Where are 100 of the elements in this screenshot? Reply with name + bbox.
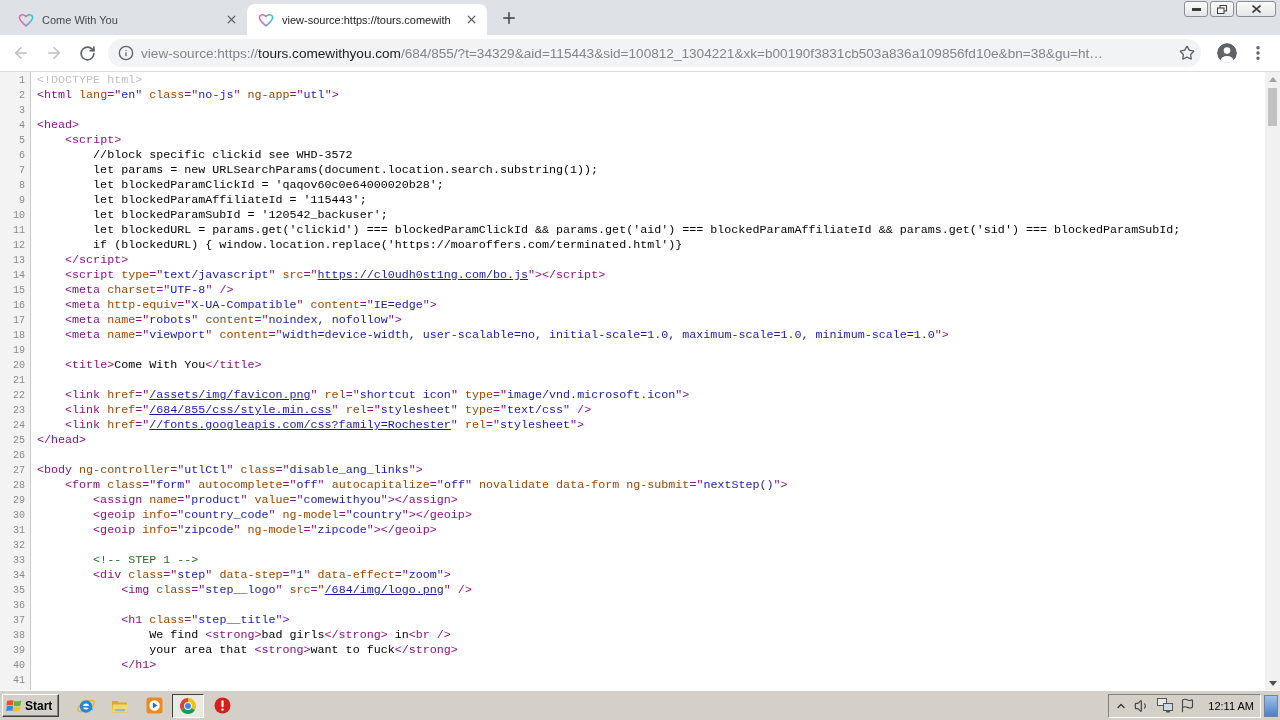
- line-number: 9: [18, 194, 26, 208]
- line-number: 17: [12, 314, 26, 328]
- code-line: <!DOCTYPE html>: [37, 73, 143, 87]
- scroll-down-icon[interactable]: [1268, 681, 1277, 686]
- line-number: 4: [18, 119, 26, 133]
- arrow-right-icon: [45, 44, 63, 62]
- code-line: <body ng-controller="utlCtl" class="disable_ang_links">: [37, 463, 423, 477]
- line-number: 7: [18, 164, 26, 178]
- show-desktop-button[interactable]: [1264, 694, 1278, 717]
- segmented-circle-icon: [179, 696, 198, 715]
- address-bar[interactable]: view-source:https://tours.comewithyou.com/684/855/?t=34329&aid=115443&sid=100812_1304221&xk=b00190f3831cb503a836a109856fd10e&bn=38&gu=ht…: [108, 39, 1201, 67]
- code-line: <h1 class="step__title">: [121, 613, 290, 627]
- code-line: <html lang="en" class="no-js" ng-app="utl">: [37, 88, 339, 102]
- close-icon[interactable]: [465, 13, 478, 26]
- line-number: 2: [18, 89, 26, 103]
- source-link[interactable]: /684/img/logo.png: [324, 583, 444, 597]
- code-line: <img class="step__logo" src="/684/img/logo.png" />: [121, 583, 472, 597]
- code-line: <head>: [37, 118, 80, 132]
- line-number: 3: [18, 104, 26, 118]
- code-line: </h1>: [121, 658, 157, 672]
- clock-text[interactable]: 12:11 AM: [1208, 699, 1254, 712]
- close-icon[interactable]: [225, 13, 238, 26]
- code-line: let blockedURL = params.get('clickid') === blockedParamClickId && params.get('aid') === blockedParamAffiliateId && params.get('sid') === blockedParamSubId;: [93, 223, 1181, 237]
- minimize-icon: [1191, 7, 1201, 11]
- alert-icon: [213, 697, 231, 714]
- line-number: 11: [12, 224, 26, 238]
- line-number: 23: [12, 404, 26, 418]
- restore-icon: [1217, 4, 1227, 14]
- code-line: We find <strong>bad girls</strong> in<br />: [149, 628, 451, 642]
- code-line: let params = new URLSearchParams(document.location.search.substring(1));: [93, 163, 599, 177]
- close-icon: [1251, 5, 1261, 13]
- code-line: <geoip info="country_code" ng-model="country"></geoip>: [93, 508, 472, 522]
- line-number: 31: [12, 524, 26, 538]
- line-number: 40: [12, 659, 26, 673]
- line-number: 8: [18, 179, 26, 193]
- avatar-icon[interactable]: [1217, 43, 1237, 63]
- line-number: 18: [12, 329, 26, 343]
- line-number: 21: [12, 374, 26, 388]
- start-logo-icon: [6, 698, 22, 713]
- start-button[interactable]: Start: [2, 694, 60, 717]
- code-line: <meta name="robots" content="noindex, nofollow">: [65, 313, 402, 327]
- source-link[interactable]: //fonts.googleapis.com/css?family=Rochester: [149, 418, 451, 432]
- line-number: 5: [18, 134, 26, 148]
- star-icon[interactable]: [1179, 45, 1195, 61]
- line-number: 41: [12, 674, 26, 688]
- code-line: <title>Come With You</title>: [65, 358, 262, 372]
- browser-tab[interactable]: Come With You: [7, 4, 247, 35]
- source-link[interactable]: /assets/img/favicon.png: [149, 388, 311, 402]
- scrollbar[interactable]: [1265, 72, 1280, 690]
- taskbar-app-button[interactable]: [172, 693, 205, 718]
- code-line: <assign name="product" value="comewithyou"></assign>: [93, 493, 458, 507]
- line-number: 35: [12, 584, 26, 598]
- line-number: 28: [12, 479, 26, 493]
- code-line: <script>: [65, 133, 122, 147]
- reload-icon: [78, 44, 96, 62]
- line-number: 32: [12, 539, 26, 553]
- line-number: 22: [12, 389, 26, 403]
- line-number: 12: [12, 239, 26, 253]
- line-number: 19: [12, 344, 26, 358]
- source-link[interactable]: /684/855/css/style.min.css: [149, 403, 332, 417]
- code-line: <geoip info="zipcode" ng-model="zipcode"></geoip>: [93, 523, 437, 537]
- code-line: <meta charset="UTF-8" />: [65, 283, 234, 297]
- line-number: 20: [12, 359, 26, 373]
- line-number: 14: [12, 269, 26, 283]
- browser-tab[interactable]: view-source:https://tours.comewith: [247, 4, 487, 35]
- code-line: let blockedParamSubId = '120542_backuser';: [93, 208, 388, 222]
- line-number: 36: [12, 599, 26, 613]
- scrollbar-thumb[interactable]: [1268, 88, 1277, 126]
- play-tile-icon: [145, 697, 163, 714]
- code-line: //block specific clickid see WHD-3572: [93, 148, 353, 162]
- line-number: 15: [12, 284, 26, 298]
- heart-icon: [18, 12, 34, 27]
- line-number: 27: [12, 464, 26, 478]
- code-line: <div class="step" data-step="1" data-effect="zoom">: [93, 568, 451, 582]
- code-line: </head>: [37, 433, 87, 447]
- line-number: 24: [12, 419, 26, 433]
- restore-button[interactable]: [1210, 1, 1234, 17]
- minimize-button[interactable]: [1184, 1, 1208, 17]
- code-line: <meta http-equiv="X-UA-Compatible" content="IE=edge">: [65, 298, 437, 312]
- code-line: </script>: [65, 253, 129, 267]
- line-number: 25: [12, 434, 26, 448]
- line-number: 37: [12, 614, 26, 628]
- code-line: your area that <strong>want to fuck</strong>: [149, 643, 458, 657]
- line-number: 13: [12, 254, 26, 268]
- line-number: 29: [12, 494, 26, 508]
- heart-icon: [258, 12, 274, 27]
- network-icon[interactable]: [1157, 698, 1174, 713]
- line-number: 6: [18, 149, 26, 163]
- close-button[interactable]: [1236, 1, 1276, 17]
- line-number: 26: [12, 449, 26, 463]
- code-line: <script type="text/javascript" src="https://cl0udh0st1ng.com/bo.js"></script>: [65, 268, 606, 282]
- code-line: <link href="/assets/img/favicon.png" rel="shortcut icon" type="image/vnd.microsoft.icon">: [65, 388, 690, 402]
- code-line: <link href="//fonts.googleapis.com/css?family=Rochester" rel="stylesheet">: [65, 418, 585, 432]
- source-link[interactable]: https://cl0udh0st1ng.com/bo.js: [317, 268, 528, 282]
- info-icon[interactable]: [118, 45, 134, 61]
- line-number: 16: [12, 299, 26, 313]
- line-number: 30: [12, 509, 26, 523]
- flag-icon[interactable]: [1180, 698, 1196, 713]
- line-number: 38: [12, 629, 26, 643]
- code-line: let blockedParamClickId = 'qaqov60c0e64000020b28';: [93, 178, 444, 192]
